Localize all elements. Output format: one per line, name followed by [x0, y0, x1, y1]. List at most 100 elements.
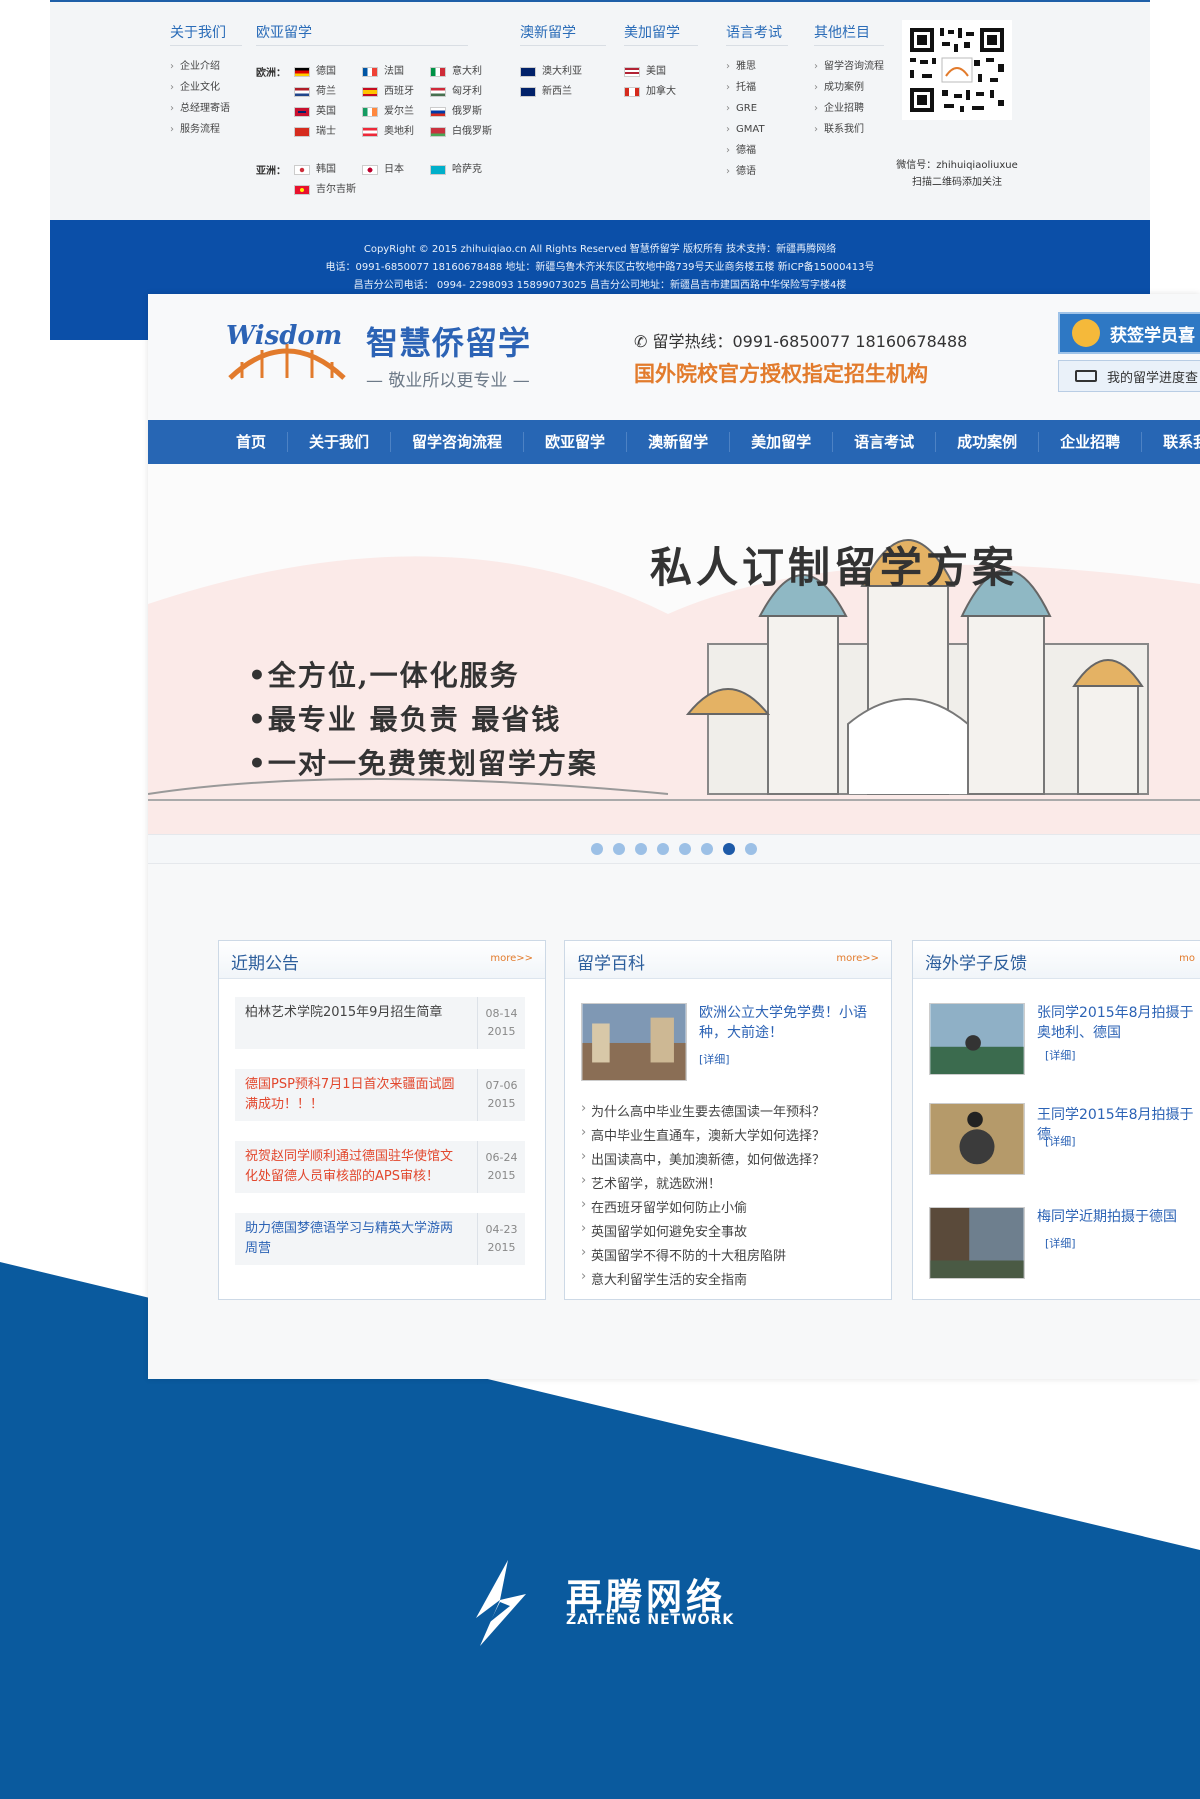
wechat-id: 微信号：zhihuiqiaoliuxue: [896, 160, 1018, 171]
notice-panel: 近期公告 more>> 柏林艺术学院2015年9月招生简章 08-14 2015 …: [218, 940, 546, 1300]
nav-eurasia[interactable]: 欧亚留学: [524, 432, 628, 452]
carousel-dot[interactable]: [679, 843, 691, 855]
carousel-dot[interactable]: [591, 843, 603, 855]
country-link[interactable]: 澳大利亚: [520, 64, 582, 80]
footer-col-other: 其他栏目 留学咨询流程 成功案例 企业招聘 联系我们: [814, 20, 884, 140]
feedback-title[interactable]: 张同学2015年8月拍摄于奥地利、德国: [1037, 1003, 1200, 1043]
footer-col-title: 欧亚留学: [256, 20, 468, 46]
country-link[interactable]: 新西兰: [520, 84, 572, 100]
more-link[interactable]: more>>: [836, 953, 879, 964]
nav-oceania[interactable]: 澳新留学: [627, 432, 731, 452]
carousel-dot[interactable]: [745, 843, 757, 855]
nav-process[interactable]: 留学咨询流程: [391, 432, 525, 452]
country-link[interactable]: 德国: [294, 64, 336, 80]
contact-text: 电话：0991-6850077 18160678488 地址：新疆乌鲁木齐米东区…: [325, 262, 875, 273]
country-link[interactable]: 西班牙: [362, 84, 414, 100]
detail-link[interactable]: [详细]: [1045, 1047, 1076, 1063]
banner-bullet: •一对一免费策划留学方案: [248, 747, 598, 780]
feedback-title[interactable]: 梅同学近期拍摄于德国: [1037, 1207, 1200, 1227]
wiki-item[interactable]: 艺术留学，就选欧洲！: [581, 1173, 721, 1192]
country-link[interactable]: 白俄罗斯: [430, 124, 492, 140]
nav-america[interactable]: 美加留学: [730, 432, 834, 452]
footer-preview: 关于我们 企业介绍 企业文化 总经理寄语 服务流程 欧亚留学 欧洲： 亚洲： 德…: [50, 0, 1150, 340]
street-photo-icon[interactable]: [581, 1003, 687, 1081]
country-link[interactable]: 加拿大: [624, 84, 676, 100]
flag-kyrgyzstan-icon: [294, 185, 310, 195]
country-link[interactable]: 爱尔兰: [362, 104, 414, 120]
site-header: Wisdom 智慧侨留学 — 敬业所以更专业 — ✆ 留学热线：0991-685…: [148, 294, 1200, 420]
footer-col-title: 澳新留学: [520, 20, 606, 46]
notice-item[interactable]: 祝贺赵同学顺利通过德国驻华使馆文化处留德人员审核部的APS审核！ 06-24 20…: [235, 1141, 525, 1193]
wiki-item[interactable]: 英国留学不得不防的十大租房陷阱: [581, 1245, 786, 1264]
notice-date: 07-06 2015: [477, 1069, 525, 1121]
country-link[interactable]: 俄罗斯: [430, 104, 482, 120]
detail-link[interactable]: [详细]: [1045, 1235, 1076, 1251]
carousel-dot[interactable]: [701, 843, 713, 855]
flag-uk-icon: [294, 107, 310, 117]
country-link[interactable]: 奥地利: [362, 124, 414, 140]
student-photo-icon[interactable]: [929, 1207, 1025, 1279]
country-link[interactable]: 哈萨克: [430, 162, 482, 178]
footer-link[interactable]: GRE: [726, 98, 788, 119]
footer-link[interactable]: 托福: [726, 77, 788, 98]
detail-link[interactable]: [详细]: [699, 1051, 730, 1067]
authorized-text: 国外院校官方授权指定招生机构: [634, 362, 928, 386]
wiki-item[interactable]: 高中毕业生直通车，澳新大学如何选择？: [581, 1125, 825, 1144]
footer-link[interactable]: 企业文化: [170, 77, 242, 98]
footer-col-eurasia: 欧亚留学 欧洲： 亚洲： 德国 法国 意大利 荷兰 西班牙 匈牙利 英国 爱尔兰…: [256, 20, 492, 200]
footer-link[interactable]: 企业招聘: [814, 98, 884, 119]
carousel-dot[interactable]: [613, 843, 625, 855]
footer-link[interactable]: 雅思: [726, 56, 788, 77]
footer-link[interactable]: 联系我们: [814, 119, 884, 140]
banner-headline: 私人订制留学方案: [650, 543, 1019, 592]
footer-link[interactable]: 服务流程: [170, 119, 242, 140]
country-link[interactable]: 吉尔吉斯: [294, 182, 356, 198]
wiki-item[interactable]: 意大利留学生活的安全指南: [581, 1269, 747, 1288]
nav-about[interactable]: 关于我们: [288, 432, 392, 452]
footer-link[interactable]: GMAT: [726, 119, 788, 140]
country-link[interactable]: 意大利: [430, 64, 482, 80]
country-link[interactable]: 英国: [294, 104, 336, 120]
carousel-dot[interactable]: [723, 843, 735, 855]
country-link[interactable]: 荷兰: [294, 84, 336, 100]
footer-link[interactable]: 留学咨询流程: [814, 56, 884, 77]
wiki-feature-title[interactable]: 欧洲公立大学免学费！小语种，大前途！: [699, 1003, 879, 1043]
wiki-item[interactable]: 英国留学如何避免安全事故: [581, 1221, 747, 1240]
country-link[interactable]: 美国: [624, 64, 666, 80]
panel-header: 近期公告 more>>: [219, 941, 545, 979]
visa-students-button[interactable]: 获签学员喜: [1058, 312, 1200, 354]
footer-link[interactable]: 总经理寄语: [170, 98, 242, 119]
nav-contact[interactable]: 联系我: [1142, 432, 1200, 452]
flag-austria-icon: [362, 127, 378, 137]
carousel-dot[interactable]: [635, 843, 647, 855]
country-link[interactable]: 韩国: [294, 162, 336, 178]
progress-query-button[interactable]: 我的留学进度查: [1058, 360, 1200, 392]
nav-jobs[interactable]: 企业招聘: [1039, 432, 1143, 452]
country-link[interactable]: 法国: [362, 64, 404, 80]
footer-link[interactable]: 德福: [726, 140, 788, 161]
nav-home[interactable]: 首页: [148, 432, 289, 452]
flag-kazakhstan-icon: [430, 165, 446, 175]
carousel-dot[interactable]: [657, 843, 669, 855]
wiki-panel: 留学百科 more>> 欧洲公立大学免学费！小语种，大前途！ [详细] 为什么高…: [564, 940, 892, 1300]
wiki-item[interactable]: 为什么高中毕业生要去德国读一年预科？: [581, 1101, 825, 1120]
nav-cases[interactable]: 成功案例: [936, 432, 1040, 452]
more-link[interactable]: more>>: [490, 953, 533, 964]
wiki-item[interactable]: 在西班牙留学如何防止小偷: [581, 1197, 747, 1216]
country-link[interactable]: 日本: [362, 162, 404, 178]
country-link[interactable]: 瑞士: [294, 124, 336, 140]
country-link[interactable]: 匈牙利: [430, 84, 482, 100]
student-photo-icon[interactable]: [929, 1103, 1025, 1175]
student-photo-icon[interactable]: [929, 1003, 1025, 1075]
notice-item[interactable]: 助力德国梦德语学习与精英大学游两周营 04-23 2015: [235, 1213, 525, 1265]
notice-item[interactable]: 德国PSP预科7月1日首次来疆面试圆满成功！！！ 07-06 2015: [235, 1069, 525, 1121]
more-link[interactable]: mo: [1179, 953, 1195, 964]
footer-link[interactable]: 成功案例: [814, 77, 884, 98]
wiki-item[interactable]: 出国读高中，美加澳新德，如何做选择？: [581, 1149, 825, 1168]
nav-language[interactable]: 语言考试: [833, 432, 937, 452]
detail-link[interactable]: [详细]: [1045, 1133, 1076, 1149]
footer-link[interactable]: 企业介绍: [170, 56, 242, 77]
footer-link[interactable]: 德语: [726, 161, 788, 182]
qr-caption: 扫描二维码添加关注: [912, 177, 1002, 188]
notice-item[interactable]: 柏林艺术学院2015年9月招生简章 08-14 2015: [235, 997, 525, 1049]
